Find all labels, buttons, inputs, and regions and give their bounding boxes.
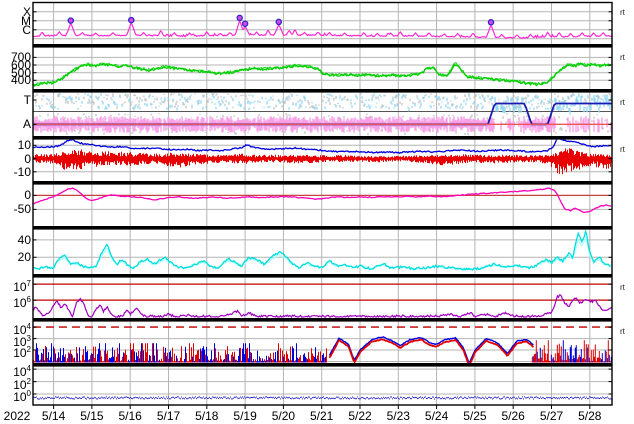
y-axis-tick-label: 106 bbox=[13, 295, 31, 311]
y-axis-tick-label: 0 bbox=[24, 188, 31, 203]
solar-geophysical-activity-plot: X M C 700 600 500 400 T A 10 0 -10 0 -50 40 20 107 106 104… bbox=[0, 0, 634, 424]
y-axis-tick-label: 20 bbox=[17, 250, 31, 265]
x-axis-year-label: 2022 bbox=[3, 409, 31, 423]
realtime-indicator-label: rt bbox=[620, 8, 625, 17]
y-axis-tick-label: A bbox=[22, 117, 31, 132]
y-axis-tick-label: 0 bbox=[24, 151, 31, 166]
panel-separator bbox=[32, 226, 613, 230]
panel-separator bbox=[32, 318, 613, 322]
x-axis-tick-label: 5/16 bbox=[118, 409, 142, 423]
x-axis-tick-label: 5/19 bbox=[233, 409, 257, 423]
y-axis-tick-label: 10 bbox=[17, 138, 31, 153]
x-axis-tick-label: 5/27 bbox=[539, 409, 564, 423]
y-axis-tick-label: 100 bbox=[13, 389, 31, 404]
flare-event-marker bbox=[128, 16, 135, 24]
flare-event-marker bbox=[487, 19, 495, 26]
y-axis-tick-label: 40 bbox=[17, 232, 31, 247]
x-axis-tick-label: 5/23 bbox=[386, 409, 410, 423]
flare-event-marker bbox=[67, 17, 75, 24]
x-axis-tick-label: 5/20 bbox=[271, 409, 296, 423]
chart-canvas bbox=[0, 0, 634, 424]
y-axis-tick-label: 102 bbox=[13, 345, 31, 360]
x-axis-tick-label: 5/25 bbox=[463, 409, 487, 423]
y-axis-tick-label: 400 bbox=[10, 73, 31, 88]
realtime-indicator-label: rt bbox=[620, 52, 625, 62]
y-axis-tick-label: C bbox=[22, 22, 31, 37]
x-axis-tick-label: 5/24 bbox=[424, 409, 449, 423]
x-axis-tick-label: 5/21 bbox=[310, 409, 334, 423]
y-axis-tick-label: T bbox=[23, 93, 31, 107]
panel-separator bbox=[32, 363, 613, 367]
realtime-indicator-label: rt bbox=[620, 144, 625, 154]
x-axis-tick-label: 5/22 bbox=[348, 409, 372, 423]
x-axis-tick-label: 5/15 bbox=[80, 409, 104, 423]
realtime-indicator-label: rt bbox=[620, 282, 625, 292]
flare-event-marker bbox=[236, 14, 243, 22]
x-axis-tick-label: 5/14 bbox=[41, 409, 66, 423]
panel-separator bbox=[32, 181, 613, 185]
panel-separator bbox=[32, 89, 613, 93]
flare-event-marker bbox=[241, 20, 249, 27]
x-axis-tick-label: 5/17 bbox=[156, 409, 181, 423]
panel-separator bbox=[32, 44, 613, 48]
panel-separator bbox=[32, 274, 613, 278]
flare-event-marker bbox=[275, 18, 283, 26]
realtime-indicator-label: rt bbox=[620, 326, 625, 336]
x-axis-tick-label: 5/26 bbox=[501, 409, 525, 423]
x-axis-tick-label: 5/28 bbox=[578, 409, 602, 423]
realtime-indicator-label: rt bbox=[620, 97, 625, 107]
y-axis-tick-label: 107 bbox=[13, 279, 31, 295]
panel-separator bbox=[32, 136, 613, 140]
y-axis-tick-label: -10 bbox=[13, 164, 31, 179]
x-axis-tick-label: 5/18 bbox=[195, 409, 219, 423]
y-axis-tick-label: -50 bbox=[13, 202, 31, 217]
